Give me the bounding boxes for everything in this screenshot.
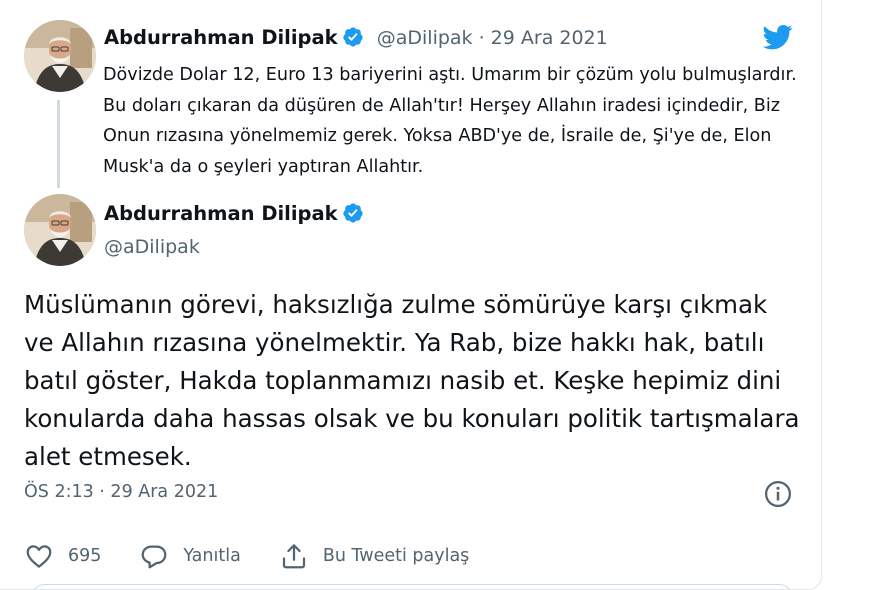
avatar[interactable]	[24, 194, 96, 266]
share-label: Bu Tweeti paylaş	[322, 546, 470, 566]
thread-connector-line	[57, 100, 60, 188]
main-tweet-text: Müslümanın görevi, haksızlığa zulme sömü…	[24, 290, 800, 471]
info-icon[interactable]	[763, 479, 793, 509]
quoted-tweet-header: Abdurrahman Dilipak @aDilipak · 29 Ara 2…	[104, 26, 608, 49]
verified-badge-icon	[343, 203, 363, 223]
quoted-tweet-text: Dövizde Dolar 12, Euro 13 bariyerini aşt…	[103, 65, 797, 177]
heart-icon	[26, 545, 52, 568]
author-name[interactable]: Abdurrahman Dilipak	[104, 202, 338, 225]
avatar-photo	[24, 194, 96, 266]
reply-label: Yanıtla	[183, 546, 241, 566]
avatar[interactable]	[24, 20, 96, 92]
share-button[interactable]: Bu Tweeti paylaş	[279, 541, 469, 571]
like-count: 695	[68, 546, 102, 566]
reply-button[interactable]: Yanıtla	[139, 541, 241, 571]
main-tweet-author: Abdurrahman Dilipak	[104, 202, 364, 225]
avatar-photo	[24, 20, 96, 92]
verified-badge-icon	[343, 27, 363, 47]
twitter-bird-icon[interactable]	[760, 22, 796, 52]
author-name[interactable]: Abdurrahman Dilipak	[104, 26, 338, 49]
reply-box[interactable]	[30, 584, 794, 589]
tweet-timestamp[interactable]: ÖS 2:13 · 29 Ara 2021	[24, 482, 218, 502]
share-icon	[282, 544, 305, 569]
tweet-card: Abdurrahman Dilipak @aDilipak · 29 Ara 2…	[0, 0, 822, 590]
like-button[interactable]: 695	[24, 541, 101, 571]
reply-bubble-icon	[142, 545, 167, 569]
handle-and-date[interactable]: @aDilipak · 29 Ara 2021	[377, 27, 608, 49]
tweet-actions-bar: 695 Yanıtla Bu Tweeti paylaş	[24, 540, 507, 572]
author-handle[interactable]: @aDilipak	[104, 236, 200, 258]
